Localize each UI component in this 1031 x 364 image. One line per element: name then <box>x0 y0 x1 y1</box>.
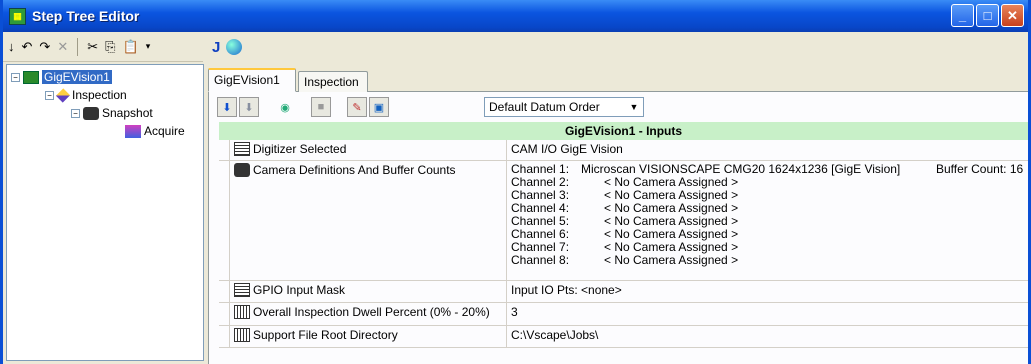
row-name: Digitizer Selected <box>229 140 507 160</box>
close-button[interactable]: ✕ <box>1001 4 1024 27</box>
row-gpio[interactable]: GPIO Input Mask Input IO Pts: <none> <box>219 281 1028 303</box>
channel-row: Channel 7: < No Camera Assigned > <box>511 241 1024 254</box>
dwell-value[interactable]: 3 <box>507 303 1028 325</box>
tree-item-label: Inspection <box>72 88 127 102</box>
row-dwell[interactable]: Overall Inspection Dwell Percent (0% - 2… <box>219 303 1028 326</box>
maximize-button[interactable]: □ <box>976 4 999 27</box>
acquire-icon <box>125 124 141 138</box>
datum-order-value: Default Datum Order <box>489 100 600 114</box>
channel-row: Channel 3: < No Camera Assigned > <box>511 189 1024 202</box>
panel-toolbar: ⬇ ⬇ ◉ ■ ✎ ▣ Default Datum Order ▼ <box>209 92 1028 122</box>
paste-icon[interactable]: 📋 <box>123 39 139 55</box>
channel-label: Channel 8: <box>511 253 570 267</box>
minimize-button[interactable]: _ <box>951 4 974 27</box>
tab-strip: GigEVision1 Inspection <box>208 68 1028 92</box>
java-icon[interactable]: J <box>212 39 220 56</box>
left-toolbar: ↓ ↶ ↷ ✕ ✂ ⎘ 📋 ▾ <box>3 32 203 62</box>
undo-icon[interactable]: ↶ <box>22 39 33 55</box>
globe-icon[interactable] <box>226 39 243 55</box>
channel-row: Channel 6: < No Camera Assigned > <box>511 228 1024 241</box>
app-icon: ▦ <box>9 7 26 25</box>
camera-definitions-value[interactable]: Channel 1: Microscan VISIONSCAPE CMG20 1… <box>507 161 1028 280</box>
settings-globe-icon[interactable]: ◉ <box>275 97 295 117</box>
toolbar-separator <box>77 37 79 56</box>
row-label: Support File Root Directory <box>253 328 398 342</box>
arrow-down-icon[interactable]: ↓ <box>8 39 15 54</box>
tree-item-label: GigEVision1 <box>42 70 112 84</box>
move-down-icon[interactable]: ⬇ <box>217 97 237 117</box>
channel-row: Channel 5: < No Camera Assigned > <box>511 215 1024 228</box>
collapse-icon[interactable]: − <box>45 90 54 100</box>
row-name: GPIO Input Mask <box>229 281 507 302</box>
calculator-icon <box>234 305 250 319</box>
copy-icon[interactable]: ⎘ <box>105 39 115 55</box>
channel-camera: < No Camera Assigned > <box>604 253 739 267</box>
row-digitizer[interactable]: Digitizer Selected CAM I/O GigE Vision <box>219 140 1028 161</box>
step-tree[interactable]: − GigEVision1 − Inspection − Snapshot Ac… <box>6 64 204 361</box>
camera-icon <box>234 163 250 177</box>
list-icon <box>234 283 250 297</box>
right-toolbar: J <box>208 32 1028 62</box>
tree-item-inspection[interactable]: − Inspection <box>45 87 127 103</box>
channel-row: Channel 4: < No Camera Assigned > <box>511 202 1024 215</box>
collapse-icon[interactable]: − <box>71 108 80 118</box>
row-label: Camera Definitions And Buffer Counts <box>253 163 456 177</box>
calculator-icon <box>234 328 250 342</box>
support-dir-value[interactable]: C:\Vscape\Jobs\ <box>507 326 1028 347</box>
list-icon <box>234 142 250 156</box>
tree-item-label: Acquire <box>144 124 185 138</box>
step-tree-editor-window: ▦ Step Tree Editor _ □ ✕ ↓ ↶ ↷ ✕ ✂ ⎘ 📋 ▾… <box>0 0 1031 364</box>
tab-gigevision1[interactable]: GigEVision1 <box>208 68 296 92</box>
tree-item-gigevision1[interactable]: − GigEVision1 <box>11 69 112 85</box>
tree-item-snapshot[interactable]: − Snapshot <box>71 105 153 121</box>
title-bar[interactable]: ▦ Step Tree Editor _ □ ✕ <box>3 0 1028 32</box>
row-camera-definitions[interactable]: Camera Definitions And Buffer Counts Cha… <box>219 161 1028 281</box>
cut-icon[interactable]: ✂ <box>87 39 98 55</box>
camera-board-icon <box>23 70 39 84</box>
right-pane: J GigEVision1 Inspection ⬇ ⬇ ◉ ■ ✎ ▣ Def… <box>208 32 1028 364</box>
collapse-icon[interactable]: − <box>11 72 20 82</box>
dropdown-icon[interactable]: ▾ <box>146 41 151 52</box>
tree-item-acquire[interactable]: Acquire <box>125 123 185 139</box>
gpio-value[interactable]: Input IO Pts: <none> <box>507 281 1028 302</box>
snapshot-camera-icon <box>83 106 99 120</box>
row-label: Overall Inspection Dwell Percent (0% - 2… <box>253 305 490 319</box>
left-pane: ↓ ↶ ↷ ✕ ✂ ⎘ 📋 ▾ − GigEVision1 − Inspecti… <box>3 32 204 364</box>
tab-inspection[interactable]: Inspection <box>298 71 368 92</box>
inputs-header: GigEVision1 - Inputs <box>219 122 1028 140</box>
image-icon[interactable]: ▣ <box>369 97 389 117</box>
channel-row: Channel 8: < No Camera Assigned > <box>511 254 1024 267</box>
edit-brush-icon[interactable]: ✎ <box>347 97 367 117</box>
chevron-down-icon[interactable]: ▼ <box>627 100 641 114</box>
row-support-dir[interactable]: Support File Root Directory C:\Vscape\Jo… <box>219 326 1028 348</box>
redo-icon[interactable]: ↷ <box>39 39 50 55</box>
channel-row: Channel 1: Microscan VISIONSCAPE CMG20 1… <box>511 163 1024 176</box>
window-title: Step Tree Editor <box>32 8 140 24</box>
stop-icon[interactable]: ■ <box>311 97 331 117</box>
row-label: GPIO Input Mask <box>253 283 346 297</box>
inputs-grid: Digitizer Selected CAM I/O GigE Vision C… <box>219 140 1028 364</box>
move-down-disabled-icon[interactable]: ⬇ <box>239 97 259 117</box>
row-name: Support File Root Directory <box>229 326 507 347</box>
inputs-panel: ⬇ ⬇ ◉ ■ ✎ ▣ Default Datum Order ▼ GigEVi… <box>208 92 1028 364</box>
row-name: Camera Definitions And Buffer Counts <box>229 161 507 280</box>
digitizer-value[interactable]: CAM I/O GigE Vision <box>507 140 1028 160</box>
window-controls: _ □ ✕ <box>951 4 1024 27</box>
buffer-count: Buffer Count: 16 <box>936 162 1024 176</box>
delete-icon[interactable]: ✕ <box>57 39 68 55</box>
datum-order-select[interactable]: Default Datum Order ▼ <box>484 97 644 117</box>
tree-item-label: Snapshot <box>102 106 153 120</box>
channel-row: Channel 2: < No Camera Assigned > <box>511 176 1024 189</box>
row-name: Overall Inspection Dwell Percent (0% - 2… <box>229 303 507 325</box>
inspection-icon <box>55 87 71 103</box>
row-label: Digitizer Selected <box>253 142 347 156</box>
